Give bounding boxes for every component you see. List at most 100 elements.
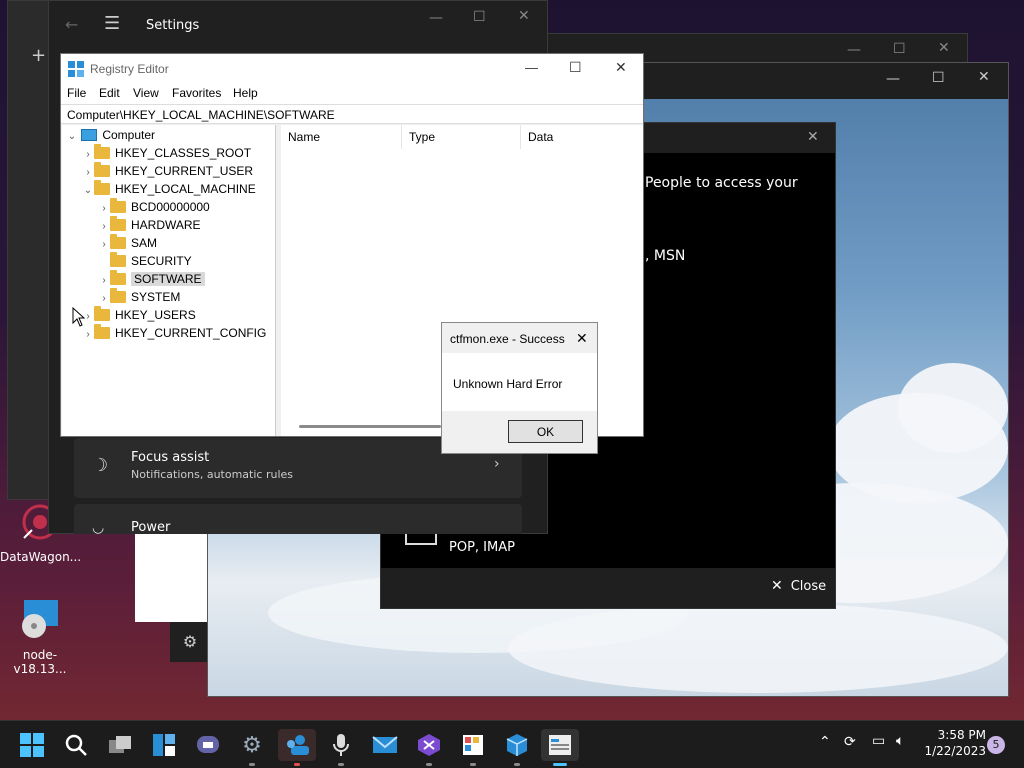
- cloud-shape: [508, 603, 1008, 693]
- running-indicator: [470, 763, 476, 766]
- registry-tree[interactable]: ⌄ Computer › HKEY_CLASSES_ROOT › HKEY_CURR…: [62, 125, 276, 436]
- tree-node-label: HARDWARE: [131, 218, 201, 232]
- photo-app-icon: [463, 735, 483, 755]
- dialog-text: People to access your: [645, 175, 798, 191]
- registry-editor-icon: [68, 61, 84, 77]
- menu-file[interactable]: File: [67, 86, 86, 100]
- column-header-data[interactable]: Data: [521, 125, 643, 149]
- hamburger-menu-icon[interactable]: ☰: [104, 13, 120, 34]
- back-arrow-icon[interactable]: ←: [65, 15, 78, 34]
- close-icon[interactable]: ✕: [807, 129, 819, 145]
- desktop-icon-node[interactable]: node-v18.13...: [0, 598, 80, 676]
- maximize-icon[interactable]: ☐: [932, 70, 945, 86]
- task-view-button[interactable]: [104, 729, 136, 761]
- notification-count: 5: [992, 738, 1000, 751]
- chevron-down-icon[interactable]: ⌄: [66, 128, 78, 146]
- running-indicator: [294, 763, 300, 766]
- visual-studio-icon: [418, 734, 440, 756]
- minimize-icon[interactable]: —: [429, 10, 443, 26]
- registry-editor-taskbar-button[interactable]: [541, 729, 579, 766]
- tree-node-label: HKEY_LOCAL_MACHINE: [115, 182, 256, 196]
- mail-button[interactable]: [369, 729, 401, 761]
- tree-node-label: HKEY_CLASSES_ROOT: [115, 146, 252, 160]
- photo-app-button[interactable]: [457, 729, 489, 766]
- teams-icon: [197, 736, 219, 753]
- dialog-footer: ✕ Close: [381, 568, 835, 608]
- account-option-pop-imap[interactable]: POP, IMAP: [449, 540, 515, 555]
- error-dialog[interactable]: ctfmon.exe - Success ✕ Unknown Hard Erro…: [441, 322, 598, 454]
- minimize-icon[interactable]: —: [847, 42, 861, 58]
- regedit-menubar: File Edit View Favorites Help: [61, 84, 643, 104]
- folder-icon: [110, 270, 126, 285]
- add-icon[interactable]: +: [31, 45, 51, 66]
- close-icon[interactable]: ✕: [938, 40, 950, 56]
- tree-node-label: SAM: [131, 236, 158, 250]
- settings-item-title: Power: [131, 520, 171, 535]
- tree-node-hkey-current-config[interactable]: › HKEY_CURRENT_CONFIG: [82, 324, 266, 342]
- clock[interactable]: 3:58 PM 1/22/2023: [922, 727, 986, 759]
- teams-chat-button[interactable]: [192, 729, 224, 761]
- sync-icon[interactable]: ⟳: [844, 734, 856, 750]
- visual-studio-button[interactable]: [413, 729, 445, 766]
- menu-view[interactable]: View: [133, 86, 159, 100]
- close-button[interactable]: ✕ Close: [771, 578, 826, 594]
- close-icon[interactable]: ✕: [518, 8, 530, 24]
- tree-node-bcd[interactable]: › BCD00000000: [98, 198, 210, 216]
- tree-node-computer[interactable]: ⌄ Computer: [66, 126, 155, 144]
- search-button[interactable]: [60, 729, 92, 761]
- tree-node-hkey-users[interactable]: › HKEY_USERS: [82, 306, 196, 324]
- voice-recorder-button[interactable]: [325, 729, 357, 766]
- address-bar[interactable]: Computer\HKEY_LOCAL_MACHINE\SOFTWARE: [61, 104, 643, 124]
- maximize-icon[interactable]: ☐: [569, 59, 582, 76]
- background-panel-gear[interactable]: ⚙: [170, 622, 210, 662]
- maximize-icon[interactable]: ☐: [893, 41, 906, 57]
- close-icon[interactable]: ✕: [576, 330, 588, 347]
- minimize-icon[interactable]: —: [886, 71, 900, 87]
- running-indicator: [249, 763, 255, 766]
- maximize-icon[interactable]: ☐: [473, 9, 486, 25]
- start-button[interactable]: [16, 729, 48, 761]
- computer-icon: [81, 129, 98, 141]
- active-indicator: [553, 763, 567, 766]
- menu-edit[interactable]: Edit: [99, 86, 120, 100]
- close-button-label: Close: [790, 579, 827, 594]
- tree-node-sam[interactable]: › SAM: [98, 234, 157, 252]
- desktop-icon-label: node-v18.13...: [13, 648, 67, 676]
- menu-favorites[interactable]: Favorites: [172, 86, 221, 100]
- widgets-button[interactable]: [148, 729, 180, 761]
- tree-node-hkey-classes-root[interactable]: › HKEY_CLASSES_ROOT: [82, 144, 251, 162]
- network-icon[interactable]: ▭: [872, 733, 885, 749]
- settings-taskbar-button[interactable]: ⚙: [236, 729, 268, 766]
- regedit-titlebar: Registry Editor — ☐ ✕: [61, 54, 643, 84]
- menu-help[interactable]: Help: [233, 86, 258, 100]
- tree-node-hkey-current-user[interactable]: › HKEY_CURRENT_USER: [82, 162, 253, 180]
- close-icon[interactable]: ✕: [615, 59, 627, 76]
- folder-open-icon: [94, 180, 110, 195]
- package-button[interactable]: [501, 729, 533, 766]
- account-option-msn[interactable]: , MSN: [645, 248, 685, 264]
- ok-button[interactable]: OK: [508, 420, 583, 443]
- dialog-body: Unknown Hard Error: [442, 353, 597, 411]
- folder-icon: [94, 162, 110, 177]
- close-icon[interactable]: ✕: [978, 69, 990, 85]
- start-icon: [20, 733, 44, 757]
- tree-node-hardware[interactable]: › HARDWARE: [98, 216, 201, 234]
- tree-node-software[interactable]: › SOFTWARE: [98, 270, 205, 288]
- settings-item-power[interactable]: ◡ Power: [74, 504, 522, 536]
- minimize-icon[interactable]: —: [525, 60, 538, 75]
- tree-node-system[interactable]: › SYSTEM: [98, 288, 180, 306]
- chevron-up-icon[interactable]: ⌃: [819, 734, 831, 750]
- folder-icon: [94, 144, 110, 159]
- column-header-type[interactable]: Type: [402, 125, 521, 149]
- horizontal-scrollbar[interactable]: [299, 425, 441, 428]
- settings-item-title: Focus assist: [131, 450, 210, 465]
- notification-badge[interactable]: 5: [987, 736, 1005, 754]
- people-taskbar-button[interactable]: [278, 729, 316, 766]
- volume-icon[interactable]: 🔈︎: [896, 733, 904, 749]
- chevron-down-icon[interactable]: ⌄: [82, 182, 94, 200]
- tree-node-security[interactable]: SECURITY: [98, 252, 192, 270]
- tree-node-hkey-local-machine[interactable]: ⌄ HKEY_LOCAL_MACHINE: [82, 180, 256, 198]
- running-indicator: [514, 763, 520, 766]
- clock-time: 3:58 PM: [937, 728, 986, 742]
- column-header-name[interactable]: Name: [281, 125, 402, 149]
